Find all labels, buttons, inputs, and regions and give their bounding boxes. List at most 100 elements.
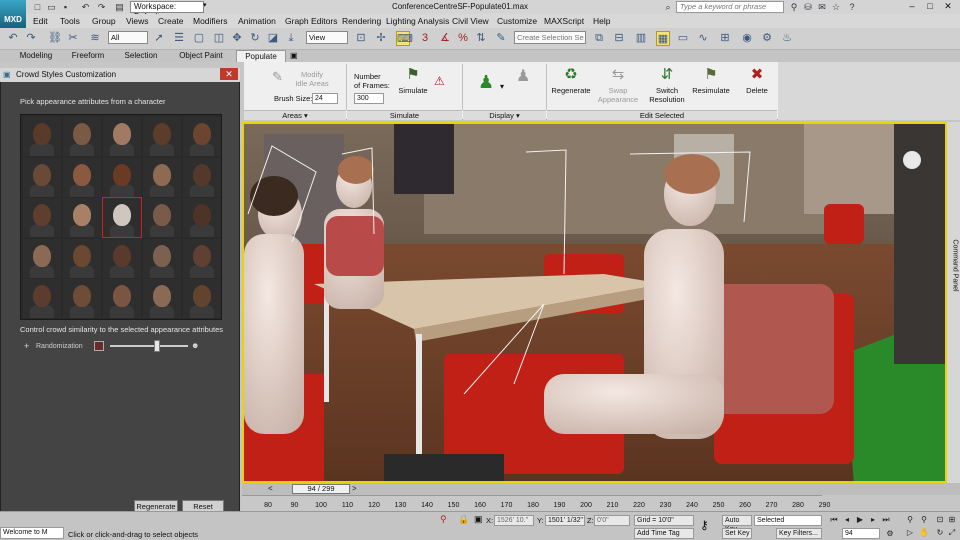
orbit-icon[interactable]: ↻ — [934, 527, 946, 538]
previous-frame-icon[interactable]: ◂ — [841, 514, 853, 525]
toggle-layer-explorer-icon[interactable]: ▦ — [656, 31, 670, 46]
randomization-slider-track[interactable] — [110, 345, 188, 347]
auto-key-button[interactable]: Auto Key — [722, 515, 752, 533]
bind-to-space-warp-icon[interactable]: ≋ — [88, 31, 102, 46]
character-face-thumbnail[interactable] — [63, 279, 101, 318]
next-frame-icon[interactable]: ▸ — [867, 514, 879, 525]
character-face-thumbnail[interactable] — [63, 117, 101, 156]
workspace-chevron-icon[interactable]: ▾ — [203, 1, 207, 9]
resimulate-button[interactable]: ⚑ Resimulate — [690, 66, 732, 95]
close-window-button[interactable]: ✕ — [940, 0, 956, 13]
character-face-thumbnail[interactable] — [183, 157, 221, 197]
z-coordinate-field[interactable]: 0'0" — [594, 515, 630, 526]
maximize-button[interactable]: □ — [922, 0, 938, 13]
character-face-thumbnail[interactable] — [103, 279, 141, 318]
window-crossing-icon[interactable]: ◫ — [212, 31, 226, 46]
menu-views[interactable]: Views — [126, 15, 149, 27]
time-next-icon[interactable]: > — [352, 484, 362, 494]
isolate-selection-icon[interactable]: ⚲ — [440, 514, 447, 525]
display-dropdown-icon[interactable]: ▾ — [500, 82, 504, 91]
time-configuration-icon[interactable]: ⚙ — [884, 528, 896, 539]
x-coordinate-field[interactable]: 1526' 10." — [494, 515, 534, 526]
go-to-start-icon[interactable]: ⏮ — [828, 514, 840, 525]
character-face-thumbnail[interactable] — [143, 238, 181, 278]
delete-button[interactable]: ✖ Delete — [740, 66, 774, 95]
areas-group-label[interactable]: Areas ▾ — [244, 110, 346, 120]
menu-group[interactable]: Group — [92, 15, 116, 27]
workspace-dropdown[interactable]: Workspace: Default — [130, 1, 204, 21]
character-face-thumbnail[interactable] — [183, 198, 221, 237]
set-key-icon[interactable]: ⚷ — [700, 518, 709, 532]
select-object-icon[interactable]: ➚ — [152, 31, 166, 46]
character-face-thumbnail[interactable] — [103, 157, 141, 197]
menu-civil-view[interactable]: Civil View — [452, 15, 489, 27]
menu-edit[interactable]: Edit — [33, 15, 48, 27]
tab-selection[interactable]: Selection — [116, 50, 166, 62]
help-icon[interactable]: ? — [846, 1, 858, 13]
toggle-scene-explorer-icon[interactable]: ▥ — [634, 31, 648, 46]
tab-populate[interactable]: Populate — [236, 50, 286, 62]
character-face-thumbnail[interactable] — [23, 117, 61, 156]
reference-coordinate-dropdown[interactable]: View — [306, 31, 348, 44]
time-prev-icon[interactable]: < — [268, 484, 278, 494]
simulate-options-icon[interactable]: ⚠ — [434, 74, 445, 88]
key-filters-button[interactable]: Key Filters... — [776, 528, 822, 539]
key-mode-dropdown[interactable]: Selected — [754, 515, 822, 526]
percent-snap-icon[interactable]: % — [456, 31, 470, 46]
undo-icon[interactable]: ↶ — [80, 2, 91, 12]
character-face-thumbnail[interactable] — [23, 198, 61, 237]
menu-help[interactable]: Help — [593, 15, 610, 27]
menu-customize[interactable]: Customize — [497, 15, 537, 27]
set-key-button[interactable]: Set Key — [722, 528, 752, 539]
menu-modifiers[interactable]: Modifiers — [193, 15, 227, 27]
character-face-thumbnail[interactable] — [23, 238, 61, 278]
command-panel-collapsed[interactable]: Command Panel — [947, 122, 960, 483]
zoom-extents-icon[interactable]: ⊡ — [934, 514, 946, 525]
snaps-toggle-icon[interactable]: 3 — [418, 31, 432, 46]
zoom-extents-all-icon[interactable]: ⊞ — [946, 514, 958, 525]
pan-view-icon[interactable]: ✋ — [918, 527, 930, 538]
character-face-thumbnail[interactable] — [183, 117, 221, 156]
schematic-view-icon[interactable]: ⊞ — [718, 31, 732, 46]
select-and-scale-icon[interactable]: ◪ — [266, 31, 280, 46]
menu-create[interactable]: Create — [158, 15, 184, 27]
current-frame-field[interactable]: 94 — [842, 528, 880, 539]
binoculars-icon[interactable]: ⌕ — [662, 1, 674, 13]
absolute-mode-icon[interactable]: ▣ — [474, 514, 483, 525]
material-editor-icon[interactable]: ◉ — [740, 31, 754, 46]
display-path-icon[interactable]: ♟ — [516, 66, 532, 90]
application-button[interactable]: MXD — [0, 0, 26, 28]
y-coordinate-field[interactable]: 1501' 1/32" — [545, 515, 585, 526]
subscription-icon[interactable]: ⛁ — [802, 1, 814, 13]
character-face-thumbnail[interactable] — [23, 157, 61, 197]
character-face-thumbnail[interactable] — [183, 238, 221, 278]
toggle-ribbon-icon[interactable]: ▭ — [676, 31, 690, 46]
menu-rendering[interactable]: Rendering — [342, 15, 381, 27]
swap-appearance-button[interactable]: ⇆ Swap Appearance — [596, 66, 640, 104]
maxscript-listener[interactable]: Welcome to M — [0, 527, 64, 539]
simulate-button[interactable]: ⚑ Simulate — [394, 66, 432, 95]
select-and-move-icon[interactable]: ✥ — [230, 31, 244, 46]
time-slider-thumb[interactable]: 94 / 299 — [292, 484, 350, 494]
mirror-icon[interactable]: ⧉ — [592, 31, 606, 46]
maximize-viewport-icon[interactable]: ⤢ — [946, 527, 958, 538]
favorites-icon[interactable]: ☆ — [830, 1, 842, 13]
character-face-thumbnail[interactable] — [23, 279, 61, 318]
tab-modeling[interactable]: Modeling — [10, 50, 62, 62]
number-of-frames-spinner[interactable]: 300 — [354, 93, 384, 104]
unlink-selection-icon[interactable]: ✂ — [66, 31, 80, 46]
expand-plus-icon[interactable]: + — [24, 341, 29, 351]
display-group-label[interactable]: Display ▾ — [463, 110, 546, 120]
menu-lighting-analysis[interactable]: Lighting Analysis — [386, 15, 449, 27]
character-face-thumbnail[interactable] — [183, 279, 221, 318]
undo-toolbar-icon[interactable]: ↶ — [6, 31, 20, 46]
open-file-icon[interactable]: ▭ — [46, 2, 57, 12]
tab-object-paint[interactable]: Object Paint — [170, 50, 232, 62]
selection-lock-icon[interactable]: 🔒 — [458, 514, 469, 525]
redo-icon[interactable]: ↷ — [96, 2, 107, 12]
select-and-place-icon[interactable]: ⤓ — [284, 31, 298, 46]
character-face-thumbnail[interactable] — [103, 238, 141, 278]
select-by-name-icon[interactable]: ☰ — [172, 31, 186, 46]
menu-animation[interactable]: Animation — [238, 15, 276, 27]
minimize-button[interactable]: – — [904, 0, 920, 13]
